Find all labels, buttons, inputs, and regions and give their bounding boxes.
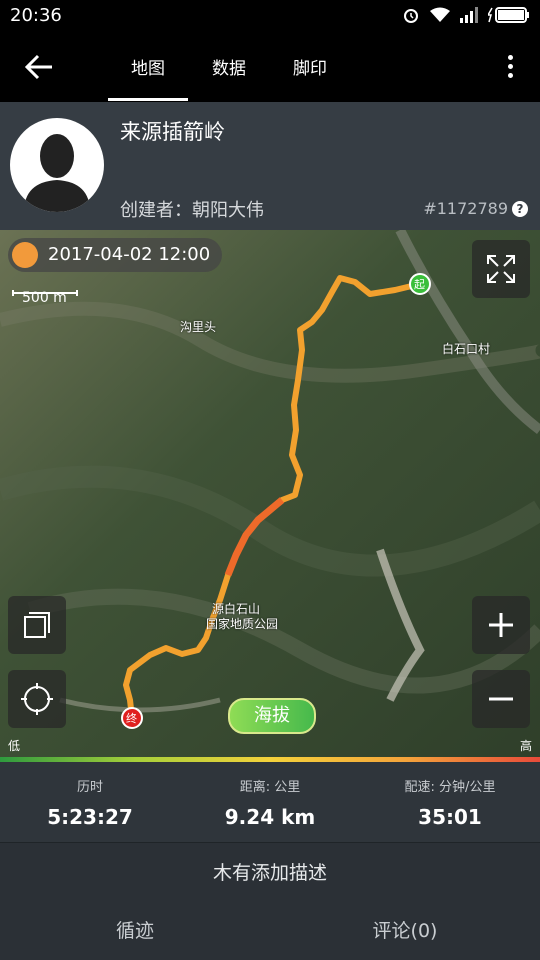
scale-bar: 500 m	[12, 282, 78, 306]
signal-icon	[460, 7, 478, 23]
stat-value: 5:23:27	[47, 805, 133, 829]
avatar[interactable]	[10, 118, 104, 212]
route-title: 来源插箭岭	[120, 120, 225, 144]
tab-footprint[interactable]: 脚印	[293, 54, 327, 79]
plus-icon	[489, 613, 513, 637]
datetime-chip[interactable]: 2017-04-02 12:00	[8, 238, 223, 272]
place-label: 沟里头	[180, 320, 217, 334]
start-marker-label: 起	[414, 278, 425, 291]
more-menu-icon[interactable]	[504, 52, 516, 82]
legend-high: 高	[519, 739, 532, 753]
fullscreen-button[interactable]	[472, 240, 530, 298]
locate-icon	[21, 683, 53, 715]
stat-label: 配速: 分钟/公里	[404, 780, 496, 795]
layers-button[interactable]	[8, 596, 66, 654]
tab-data[interactable]: 数据	[212, 54, 246, 79]
comments-button[interactable]: 评论(0)	[270, 904, 540, 960]
locate-button[interactable]	[8, 670, 66, 728]
map-datetime: 2017-04-02 12:00	[48, 244, 211, 265]
footprints-icon	[12, 242, 38, 268]
stat-value: 35:01	[418, 805, 482, 829]
zoom-out-button[interactable]	[472, 670, 530, 728]
route-id: #1172789 ?	[423, 199, 528, 218]
active-tab-indicator	[108, 98, 188, 101]
default-avatar-icon	[24, 134, 90, 212]
legend-low: 低	[8, 739, 21, 753]
place-label: 白石口村	[442, 342, 491, 356]
track-button[interactable]: 循迹	[0, 904, 270, 960]
zoom-in-button[interactable]	[472, 596, 530, 654]
back-arrow-icon[interactable]	[22, 52, 62, 82]
battery-icon	[488, 7, 529, 23]
route-id-text: #1172789	[423, 199, 508, 218]
route-profile: 来源插箭岭 创建者：朝阳大伟 #1172789 ?	[0, 102, 540, 230]
wifi-icon	[430, 7, 450, 22]
bottom-actions: 循迹 评论(0)	[0, 904, 540, 960]
stat-duration: 历时 5:23:27	[0, 776, 180, 829]
app-bar: 地图 数据 脚印	[0, 32, 540, 102]
status-time: 20:36	[10, 5, 62, 26]
stat-value: 9.24 km	[224, 805, 316, 829]
end-marker-label: 终	[126, 712, 137, 725]
altitude-button[interactable]: 海拔	[228, 698, 316, 734]
alarm-icon	[404, 9, 418, 23]
status-icons	[402, 6, 530, 24]
creator-name[interactable]: 创建者：朝阳大伟	[120, 196, 264, 222]
layers-icon	[24, 612, 50, 638]
stat-label: 历时	[76, 780, 103, 795]
stat-label: 距离: 公里	[239, 780, 301, 795]
expand-icon	[487, 255, 515, 283]
place-label: 国家地质公园	[206, 617, 279, 631]
tab-map[interactable]: 地图	[131, 54, 165, 79]
route-description: 木有添加描述	[0, 842, 540, 905]
stats-panel: 历时 5:23:27 距离: 公里 9.24 km 配速: 分钟/公里 35:0…	[0, 762, 540, 842]
stat-pace: 配速: 分钟/公里 35:01	[360, 776, 540, 829]
scale-label: 500 m	[22, 290, 67, 306]
help-icon[interactable]: ?	[512, 200, 528, 217]
map-view[interactable]: 2017-04-02 12:00 500 m 沟里头 白石口村 源白石山 国家地…	[0, 230, 540, 757]
satellite-map-background	[0, 230, 540, 757]
minus-icon	[489, 697, 513, 701]
stat-distance: 距离: 公里 9.24 km	[180, 776, 360, 829]
status-bar: 20:36	[0, 0, 540, 32]
